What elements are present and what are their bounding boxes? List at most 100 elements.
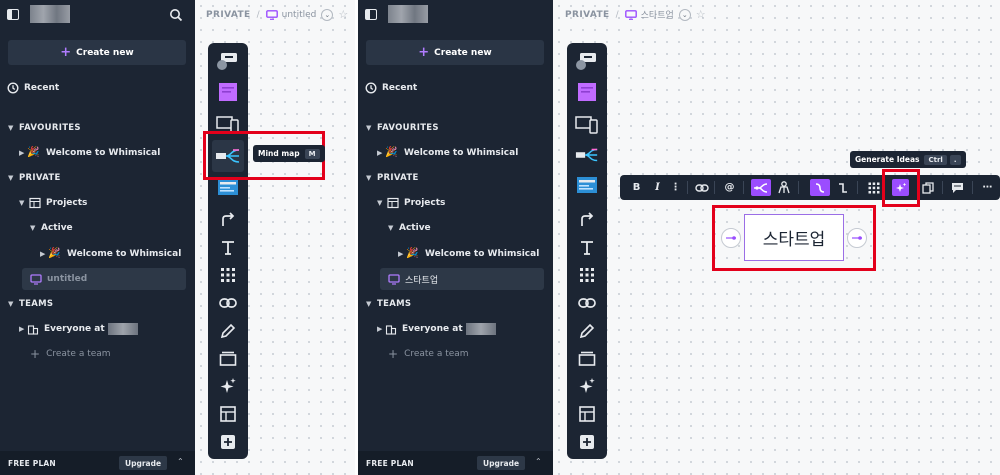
- sparkle-icon[interactable]: [575, 374, 599, 398]
- sidebar-toggle-icon[interactable]: [365, 9, 377, 20]
- sparkle-icon[interactable]: [216, 374, 240, 398]
- favourite-item-label: Welcome to Whimsical: [46, 148, 161, 158]
- more-vertical-icon[interactable]: ⋮: [667, 179, 684, 196]
- sidebar-item-projects[interactable]: ▼ Projects: [377, 193, 553, 213]
- clock-icon: [365, 82, 377, 94]
- section-private[interactable]: ▼ PRIVATE: [366, 168, 553, 188]
- sidebar-item-active[interactable]: ▼ Active: [30, 218, 195, 238]
- sidebar-item-current-file[interactable]: 스타트업: [380, 268, 544, 290]
- current-file-label: 스타트업: [405, 275, 439, 286]
- party-popper-icon: 🎉: [385, 147, 398, 158]
- flowchart-icon[interactable]: [575, 49, 599, 73]
- doc-icon[interactable]: [575, 173, 599, 197]
- flowchart-icon[interactable]: [216, 49, 240, 73]
- pencil-icon[interactable]: [216, 319, 240, 343]
- workspace-name-blurred[interactable]: [30, 5, 70, 23]
- wireframe-icon[interactable]: [575, 113, 599, 137]
- breadcrumb-file[interactable]: 스타트업: [641, 8, 674, 21]
- chevron-down-icon: ▼: [388, 224, 394, 232]
- create-new-button[interactable]: + Create new: [8, 40, 186, 65]
- link-button[interactable]: [693, 179, 710, 196]
- sidebar-item-team[interactable]: ▶ Everyone at: [19, 319, 195, 339]
- left-canvas[interactable]: PRIVATE / untitled ⌄ ☆ Mind map M: [195, 0, 358, 475]
- breadcrumb-file[interactable]: untitled: [282, 10, 317, 20]
- plus-icon: +: [388, 347, 399, 361]
- arrow-icon[interactable]: [575, 208, 599, 232]
- recent-label: Recent: [24, 83, 60, 93]
- sidebar-item-welcome-active[interactable]: ▶ 🎉 Welcome to Whimsical: [398, 244, 553, 264]
- mindmap-layout-button[interactable]: [751, 179, 771, 196]
- workspace-name-blurred[interactable]: [388, 5, 428, 23]
- team-name-blurred: [465, 323, 496, 335]
- sticky-note-icon[interactable]: [575, 80, 599, 104]
- link-icon: [694, 183, 709, 192]
- person-icon[interactable]: [775, 179, 792, 196]
- chevron-down-icon[interactable]: ⌄: [678, 8, 691, 21]
- chevron-down-icon: ▼: [366, 174, 372, 182]
- italic-button[interactable]: I: [649, 179, 666, 196]
- table-icon[interactable]: [216, 402, 240, 426]
- separator: [714, 181, 715, 194]
- teams-label: TEAMS: [19, 299, 54, 309]
- star-icon[interactable]: ☆: [338, 8, 348, 21]
- create-team-link[interactable]: + Create a team: [30, 344, 195, 364]
- sidebar-item-projects[interactable]: ▼ Projects: [19, 193, 195, 213]
- sidebar-item-current-file[interactable]: untitled: [22, 268, 186, 290]
- sidebar-item-recent[interactable]: Recent: [7, 78, 195, 98]
- insert-toolbar: [567, 43, 607, 459]
- more-icon[interactable]: ⋯: [979, 179, 996, 196]
- mindmap-icon[interactable]: [575, 143, 599, 167]
- text-icon[interactable]: [216, 236, 240, 260]
- grid-icon[interactable]: [865, 179, 882, 196]
- text-icon[interactable]: [575, 236, 599, 260]
- sidebar-item-welcome-favourite[interactable]: ▶ 🎉 Welcome to Whimsical: [19, 143, 195, 163]
- section-favourites[interactable]: ▼ FAVOURITES: [8, 118, 195, 138]
- comment-icon[interactable]: [949, 179, 966, 196]
- mention-button[interactable]: @: [721, 179, 738, 196]
- link-icon[interactable]: [575, 291, 599, 315]
- grid-icon[interactable]: [216, 263, 240, 287]
- chevron-down-icon: ▼: [366, 300, 372, 308]
- duplicate-icon[interactable]: [919, 179, 936, 196]
- sidebar-toggle-icon[interactable]: [7, 9, 19, 20]
- star-icon[interactable]: ☆: [696, 8, 706, 21]
- elbow-connector-button[interactable]: [834, 179, 851, 196]
- elbow-icon: [838, 182, 847, 193]
- chevron-right-icon: ▶: [19, 325, 25, 333]
- create-new-button[interactable]: + Create new: [366, 40, 544, 65]
- section-private[interactable]: ▼ PRIVATE: [8, 168, 195, 188]
- create-team-link[interactable]: + Create a team: [388, 344, 553, 364]
- chevron-down-icon[interactable]: ⌄: [321, 8, 334, 21]
- frame-icon[interactable]: [575, 347, 599, 371]
- breadcrumb-space[interactable]: PRIVATE: [206, 10, 251, 20]
- bold-button[interactable]: B: [628, 179, 645, 196]
- breadcrumb-space[interactable]: PRIVATE: [565, 10, 610, 20]
- curved-connector-button[interactable]: [810, 179, 830, 196]
- table-icon[interactable]: [575, 402, 599, 426]
- upgrade-button[interactable]: Upgrade: [477, 456, 526, 470]
- add-icon[interactable]: [575, 430, 599, 454]
- section-teams[interactable]: ▼ TEAMS: [8, 294, 195, 314]
- sidebar-item-welcome-favourite[interactable]: ▶ 🎉 Welcome to Whimsical: [377, 143, 553, 163]
- section-teams[interactable]: ▼ TEAMS: [366, 294, 553, 314]
- arrow-icon[interactable]: [216, 208, 240, 232]
- frame-icon[interactable]: [216, 347, 240, 371]
- sidebar-item-active[interactable]: ▼ Active: [388, 218, 553, 238]
- sidebar-item-welcome-active[interactable]: ▶ 🎉 Welcome to Whimsical: [40, 244, 195, 264]
- sidebar-item-recent[interactable]: Recent: [365, 78, 553, 98]
- sidebar-item-team[interactable]: ▶ Everyone at: [377, 319, 553, 339]
- file-icon: [265, 9, 278, 20]
- section-favourites[interactable]: ▼ FAVOURITES: [366, 118, 553, 138]
- upgrade-button[interactable]: Upgrade: [119, 456, 168, 470]
- add-icon[interactable]: [216, 430, 240, 454]
- grid-icon[interactable]: [575, 263, 599, 287]
- chevron-up-icon[interactable]: ⌃: [535, 457, 542, 466]
- sticky-note-icon[interactable]: [216, 80, 240, 104]
- search-icon[interactable]: [169, 8, 183, 22]
- separator: [972, 181, 973, 194]
- sidebar-header: [358, 0, 553, 30]
- separator: [743, 181, 744, 194]
- link-icon[interactable]: [216, 291, 240, 315]
- pencil-icon[interactable]: [575, 319, 599, 343]
- chevron-up-icon[interactable]: ⌃: [177, 457, 184, 466]
